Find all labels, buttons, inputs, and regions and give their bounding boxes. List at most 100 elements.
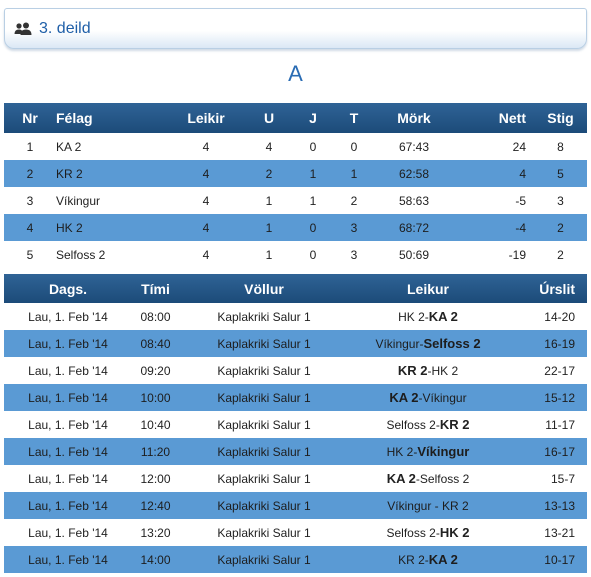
col-header[interactable]: Nr	[4, 103, 56, 133]
away-team: KR 2	[439, 417, 470, 432]
table-row: 3 Víkingur 4 1 1 2 58:63 -5 3	[4, 187, 587, 214]
time-cell: 13:20	[132, 519, 179, 546]
away-team: KA 2	[428, 309, 458, 324]
losses-cell: 3	[334, 214, 374, 241]
matches-header-row: Dags. Tími Völlur Leikur Úrslit	[4, 274, 587, 303]
col-header[interactable]: Leikur	[349, 274, 507, 303]
section-title: 3. deild	[39, 19, 91, 37]
venue-cell: Kaplakriki Salur 1	[179, 465, 349, 492]
played-cell: 4	[166, 160, 246, 187]
time-cell: 08:00	[132, 303, 179, 330]
home-team: KA 2	[386, 471, 416, 486]
table-row: Lau, 1. Feb '14 09:20 Kaplakriki Salur 1 KR…	[4, 357, 587, 384]
group-icon	[14, 22, 32, 36]
match-separator: -	[431, 498, 442, 513]
points-cell: 5	[534, 160, 587, 187]
match-cell[interactable]: Víkingur - KR 2	[349, 492, 507, 519]
time-cell: 10:00	[132, 384, 179, 411]
table-row: Lau, 1. Feb '14 13:20 Kaplakriki Salur 1 Se…	[4, 519, 587, 546]
col-header[interactable]: Stig	[534, 103, 587, 133]
team-cell[interactable]: KR 2	[56, 160, 166, 187]
date-cell: Lau, 1. Feb '14	[4, 303, 132, 330]
away-team: KA 2	[428, 552, 458, 567]
rank-cell: 5	[4, 241, 56, 268]
col-header[interactable]: Úrslit	[507, 274, 587, 303]
result-cell: 10-17	[507, 546, 587, 573]
home-team: HK 2	[398, 310, 425, 324]
date-cell: Lau, 1. Feb '14	[4, 357, 132, 384]
venue-cell: Kaplakriki Salur 1	[179, 492, 349, 519]
played-cell: 4	[166, 214, 246, 241]
match-cell[interactable]: Selfoss 2-KR 2	[349, 411, 507, 438]
rank-cell: 1	[4, 133, 56, 160]
result-cell: 14-20	[507, 303, 587, 330]
table-row: Lau, 1. Feb '14 08:00 Kaplakriki Salur 1 HK…	[4, 303, 587, 330]
time-cell: 09:20	[132, 357, 179, 384]
date-cell: Lau, 1. Feb '14	[4, 384, 132, 411]
points-cell: 8	[534, 133, 587, 160]
team-cell[interactable]: HK 2	[56, 214, 166, 241]
venue-cell: Kaplakriki Salur 1	[179, 438, 349, 465]
home-team: Selfoss 2	[386, 526, 436, 540]
draws-cell: 0	[292, 241, 334, 268]
match-cell[interactable]: HK 2-Víkingur	[349, 438, 507, 465]
away-team: HK 2	[431, 364, 459, 378]
col-header[interactable]: Félag	[56, 103, 166, 133]
match-cell[interactable]: KR 2-HK 2	[349, 357, 507, 384]
match-cell[interactable]: Víkingur-Selfoss 2	[349, 330, 507, 357]
date-cell: Lau, 1. Feb '14	[4, 492, 132, 519]
match-cell[interactable]: KA 2-Selfoss 2	[349, 465, 507, 492]
time-cell: 10:40	[132, 411, 179, 438]
goals-cell: 62:58	[374, 160, 454, 187]
team-cell[interactable]: KA 2	[56, 133, 166, 160]
diff-cell: 24	[454, 133, 534, 160]
losses-cell: 1	[334, 160, 374, 187]
goals-cell: 68:72	[374, 214, 454, 241]
venue-cell: Kaplakriki Salur 1	[179, 330, 349, 357]
col-header[interactable]: Leikir	[166, 103, 246, 133]
points-cell: 2	[534, 241, 587, 268]
played-cell: 4	[166, 187, 246, 214]
draws-cell: 1	[292, 160, 334, 187]
col-header[interactable]: Mörk	[374, 103, 454, 133]
team-cell[interactable]: Selfoss 2	[56, 241, 166, 268]
wins-cell: 1	[246, 214, 292, 241]
diff-cell: 4	[454, 160, 534, 187]
wins-cell: 1	[246, 187, 292, 214]
away-team: Víkingur	[417, 444, 470, 459]
away-team: Selfoss 2	[419, 472, 470, 486]
match-cell[interactable]: KR 2-KA 2	[349, 546, 507, 573]
match-cell[interactable]: KA 2-Víkingur	[349, 384, 507, 411]
losses-cell: 3	[334, 241, 374, 268]
goals-cell: 58:63	[374, 187, 454, 214]
col-header[interactable]: J	[292, 103, 334, 133]
time-cell: 14:00	[132, 546, 179, 573]
table-row: Lau, 1. Feb '14 11:20 Kaplakriki Salur 1 HK…	[4, 438, 587, 465]
venue-cell: Kaplakriki Salur 1	[179, 303, 349, 330]
group-title: A	[288, 61, 303, 86]
col-header[interactable]: U	[246, 103, 292, 133]
result-cell: 15-7	[507, 465, 587, 492]
points-cell: 2	[534, 214, 587, 241]
date-cell: Lau, 1. Feb '14	[4, 330, 132, 357]
table-row: Lau, 1. Feb '14 12:40 Kaplakriki Salur 1 Ví…	[4, 492, 587, 519]
section-header: 3. deild	[4, 8, 587, 49]
col-header[interactable]: Tími	[132, 274, 179, 303]
matches-table: Dags. Tími Völlur Leikur Úrslit Lau, 1. …	[4, 274, 587, 573]
match-cell[interactable]: Selfoss 2-HK 2	[349, 519, 507, 546]
draws-cell: 0	[292, 133, 334, 160]
diff-cell: -5	[454, 187, 534, 214]
col-header[interactable]: Dags.	[4, 274, 132, 303]
standings-table: Nr Félag Leikir U J T Mörk Nett Stig 1 KA…	[4, 103, 587, 268]
time-cell: 12:40	[132, 492, 179, 519]
wins-cell: 2	[246, 160, 292, 187]
col-header[interactable]: T	[334, 103, 374, 133]
home-team: KR 2	[398, 553, 425, 567]
away-team: Víkingur	[422, 391, 467, 405]
col-header[interactable]: Völlur	[179, 274, 349, 303]
match-cell[interactable]: HK 2-KA 2	[349, 303, 507, 330]
team-cell[interactable]: Víkingur	[56, 187, 166, 214]
col-header[interactable]: Nett	[454, 103, 534, 133]
venue-cell: Kaplakriki Salur 1	[179, 384, 349, 411]
table-row: Lau, 1. Feb '14 14:00 Kaplakriki Salur 1 KR…	[4, 546, 587, 573]
